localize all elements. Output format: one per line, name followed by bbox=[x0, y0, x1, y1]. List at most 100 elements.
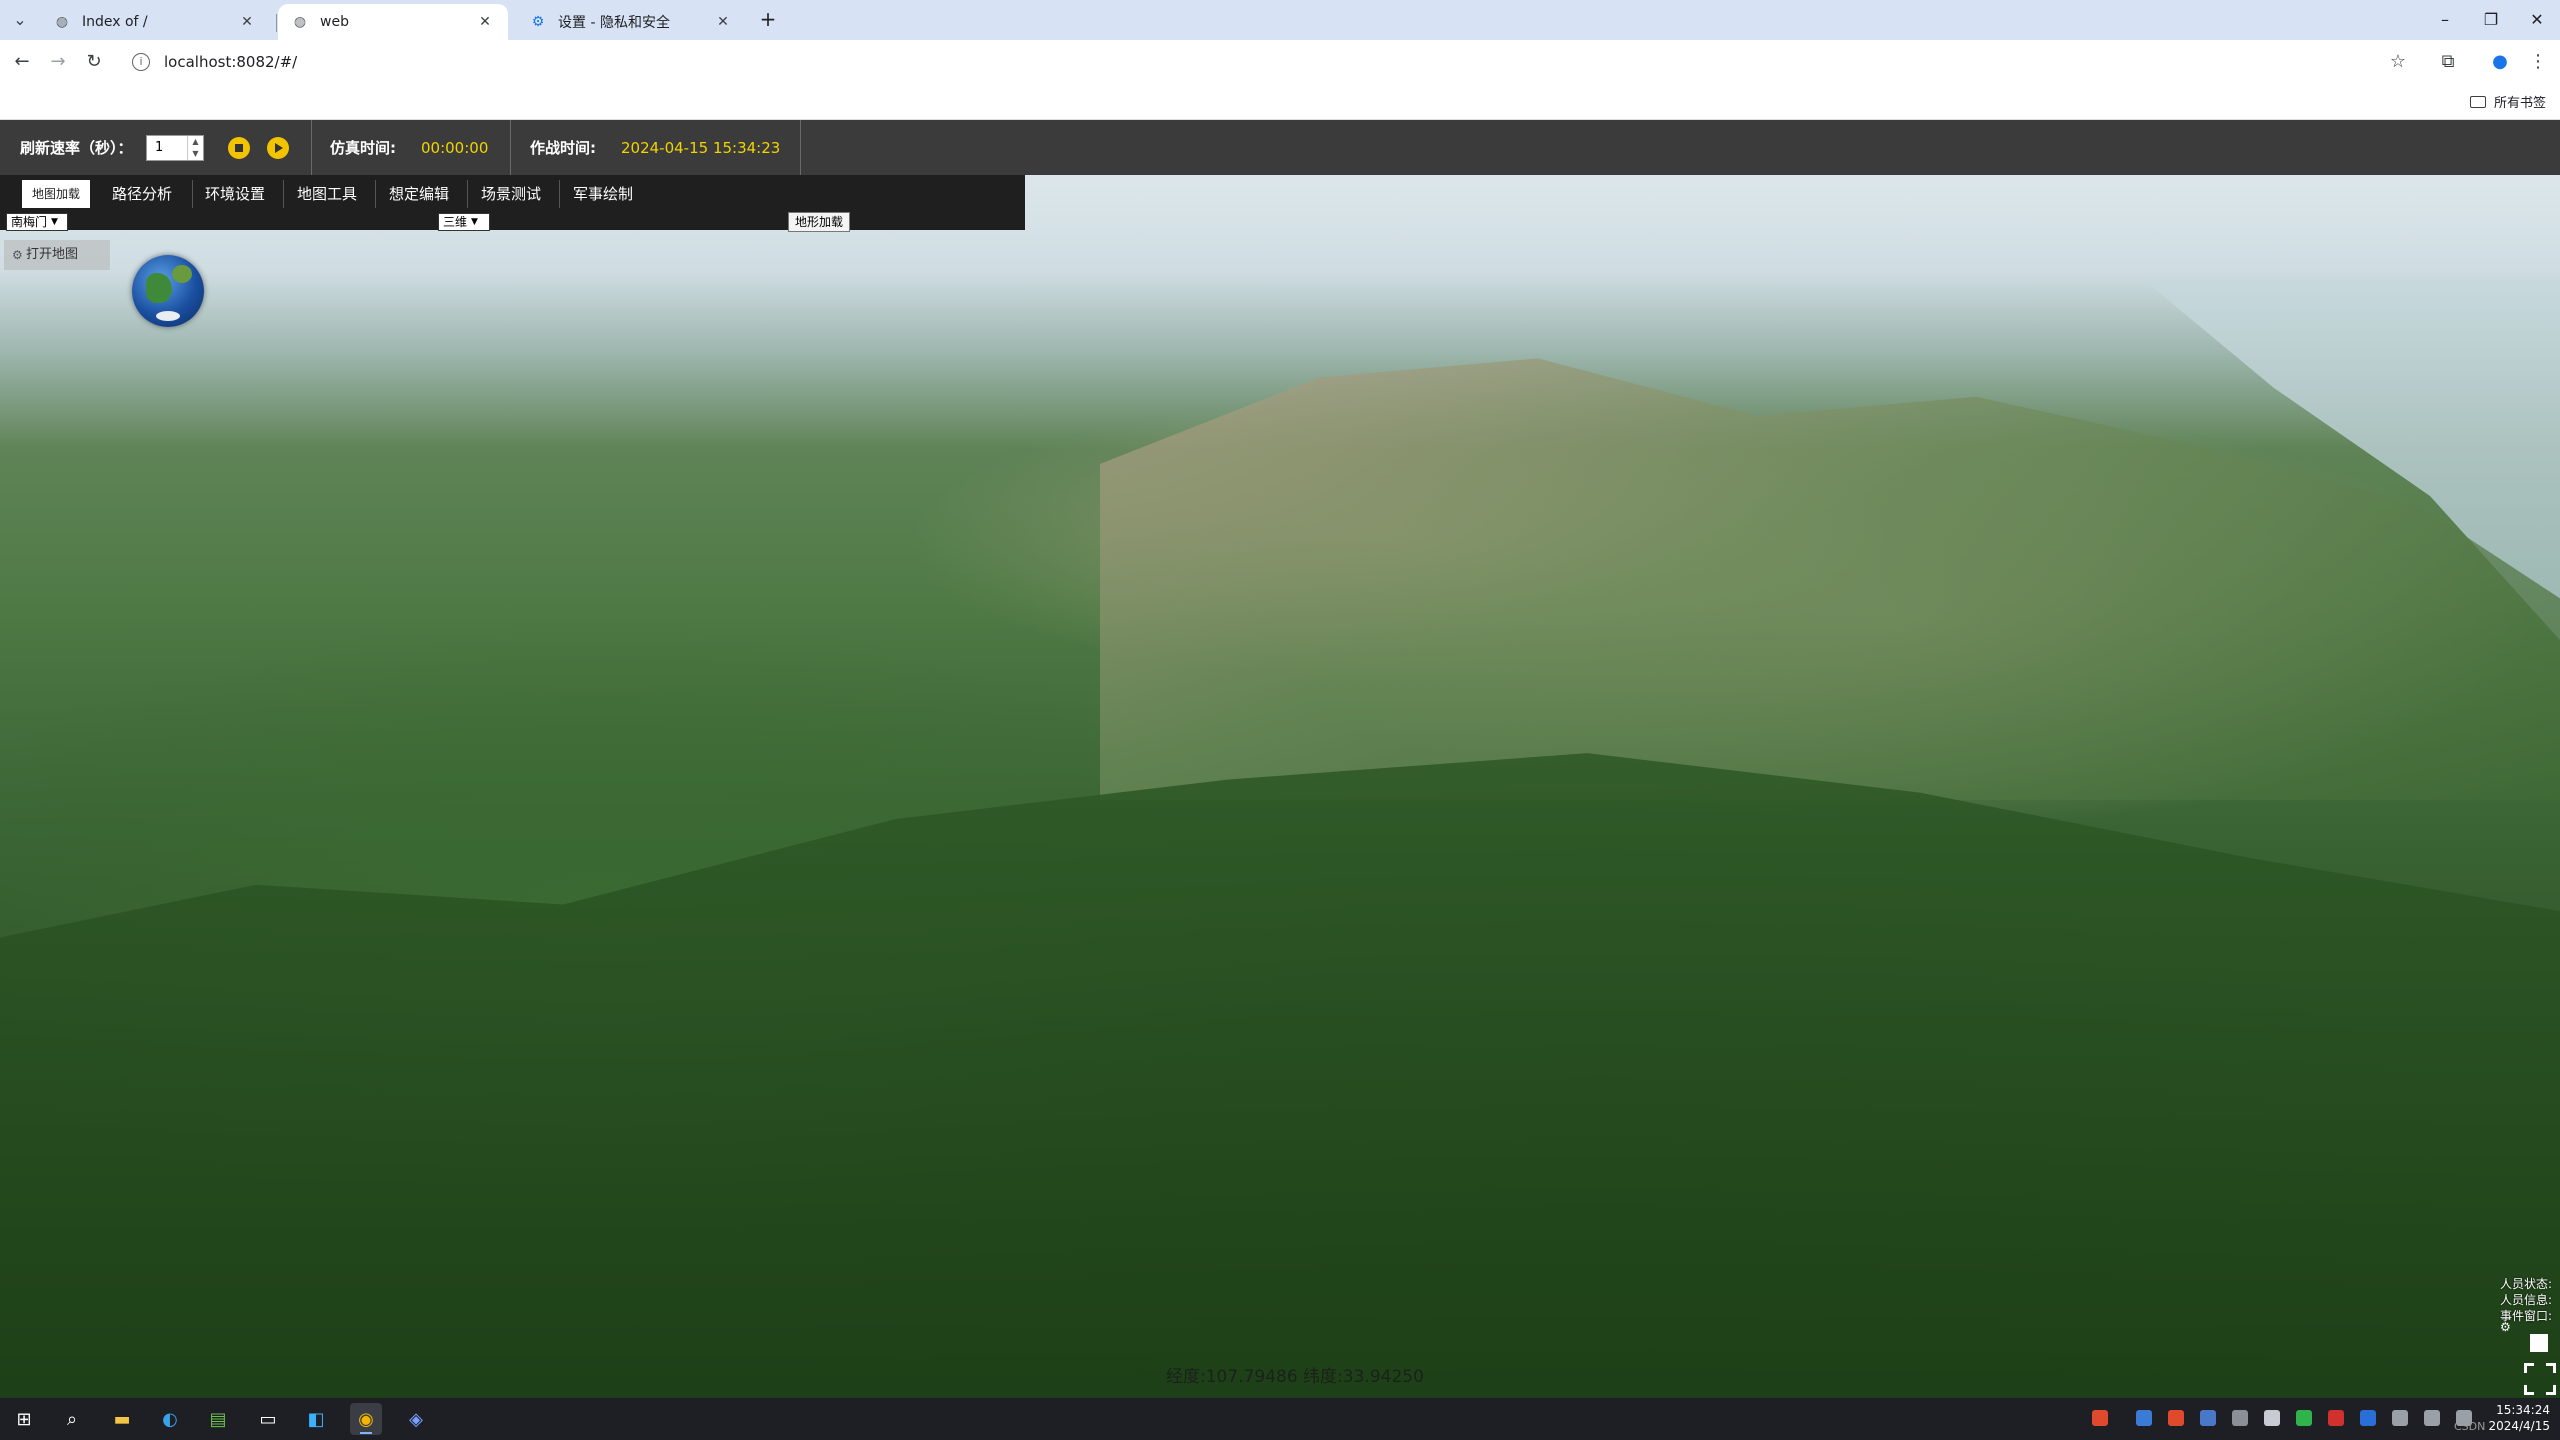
refresh-rate-label: 刷新速率（秒）： bbox=[20, 139, 133, 157]
menu-kebab-icon[interactable]: ⋮ bbox=[2524, 48, 2552, 76]
sim-time-label: 仿真时间: bbox=[330, 139, 396, 157]
status-panel: 人员状态: 人员信息: 事件窗口: bbox=[2500, 1276, 2556, 1324]
region-select[interactable]: 南梅门 ▼ bbox=[6, 213, 68, 231]
menu-separator bbox=[192, 180, 193, 208]
system-clock[interactable]: 15:34:24 2024/4/15 bbox=[2488, 1402, 2550, 1434]
back-arrow-icon[interactable]: ← bbox=[8, 48, 36, 76]
map-viewport[interactable]: 刷新速率（秒）： 1 ▲ ▼ 仿真时间: 00:00:00 作战时间: 2024-… bbox=[0, 120, 2560, 1398]
file-explorer-icon[interactable]: ▬ bbox=[106, 1403, 138, 1435]
coordinate-readout: 经度:107.79486 纬度:33.94250 bbox=[1166, 1367, 1424, 1387]
tab-search-icon[interactable]: ⌄ bbox=[8, 8, 32, 32]
open-map-label: 打开地图 bbox=[26, 247, 79, 262]
search-icon[interactable]: ⌕ bbox=[56, 1403, 88, 1435]
combat-time-label: 作战时间: bbox=[530, 139, 596, 157]
tray-app-icon[interactable] bbox=[2092, 1410, 2108, 1426]
terminal-icon[interactable]: ▭ bbox=[252, 1403, 284, 1435]
gear-icon: ⚙ bbox=[12, 248, 23, 262]
fullscreen-icon[interactable] bbox=[2524, 1363, 2556, 1395]
tray-app-icon[interactable] bbox=[2168, 1410, 2184, 1426]
globe-icon: ◍ bbox=[55, 14, 69, 30]
chevron-down-icon: ▼ bbox=[51, 217, 58, 227]
play-icon bbox=[275, 143, 283, 153]
network-icon[interactable] bbox=[2424, 1410, 2440, 1426]
globe-icon: ◍ bbox=[293, 14, 307, 30]
region-select-value: 南梅门 bbox=[11, 215, 48, 229]
tray-app-icon[interactable] bbox=[2232, 1410, 2248, 1426]
edge-browser-icon[interactable]: ◐ bbox=[154, 1403, 186, 1435]
tab-label: Index of / bbox=[82, 14, 148, 30]
tab-web[interactable]: ◍ web ✕ bbox=[278, 4, 508, 40]
extensions-icon[interactable]: ⧉ bbox=[2434, 48, 2462, 76]
gear-icon[interactable]: ⚙ bbox=[2500, 1320, 2511, 1334]
refresh-rate-input[interactable]: 1 ▲ ▼ bbox=[146, 135, 204, 161]
open-map-button[interactable]: ⚙ 打开地图 bbox=[4, 240, 110, 270]
clock-time: 15:34:24 bbox=[2496, 1403, 2550, 1417]
windows-start-icon[interactable]: ⊞ bbox=[8, 1403, 40, 1435]
tab-scene-test[interactable]: 场景测试 bbox=[471, 180, 551, 208]
personnel-status-label: 人员状态: bbox=[2500, 1277, 2553, 1291]
tab-index[interactable]: ◍ Index of / ✕ bbox=[40, 4, 270, 40]
navigation-globe-icon[interactable] bbox=[132, 255, 204, 327]
tab-settings[interactable]: ⚙ 设置 - 隐私和安全 ✕ bbox=[516, 4, 746, 40]
tray-app-icon[interactable] bbox=[2392, 1410, 2408, 1426]
tray-app-icon[interactable] bbox=[2136, 1410, 2152, 1426]
app-icon[interactable]: ◈ bbox=[400, 1403, 432, 1435]
play-button[interactable] bbox=[267, 137, 289, 159]
personnel-info-label: 人员信息: bbox=[2500, 1293, 2553, 1307]
combat-time-value: 2024-04-15 15:34:23 bbox=[621, 138, 781, 157]
stop-button[interactable] bbox=[228, 137, 250, 159]
globe-land bbox=[146, 273, 172, 303]
simulation-control-bar: 刷新速率（秒）： 1 ▲ ▼ 仿真时间: 00:00:00 作战时间: 2024-… bbox=[0, 120, 2560, 175]
close-icon[interactable]: ✕ bbox=[238, 13, 256, 31]
forward-arrow-icon[interactable]: → bbox=[44, 48, 72, 76]
star-icon[interactable]: ☆ bbox=[2384, 48, 2412, 76]
close-icon[interactable]: ✕ bbox=[714, 13, 732, 31]
tray-app-icon[interactable] bbox=[2200, 1410, 2216, 1426]
tab-map-load[interactable]: 地图加载 bbox=[22, 180, 91, 208]
tab-separator bbox=[276, 14, 277, 32]
windows-taskbar: ⊞ ⌕ ▬ ◐ ▤ ▭ ◧ ◉ ◈ 15:34:24 2024/4/15 CSD… bbox=[0, 1398, 2560, 1440]
tab-label: web bbox=[320, 14, 349, 30]
divider bbox=[800, 120, 801, 175]
ide-icon[interactable]: ◧ bbox=[300, 1403, 332, 1435]
clock-date: 2024/4/15 bbox=[2488, 1419, 2550, 1433]
panel-toggle-button[interactable] bbox=[2530, 1334, 2548, 1352]
menu-separator bbox=[283, 180, 284, 208]
minimize-button[interactable]: – bbox=[2422, 0, 2468, 40]
spinner-arrows-icon[interactable]: ▲ ▼ bbox=[187, 136, 203, 160]
all-bookmarks-label: 所有书签 bbox=[2493, 96, 2546, 111]
tab-path-analysis[interactable]: 路径分析 bbox=[102, 180, 182, 208]
dimension-select[interactable]: 三维 ▼ bbox=[438, 213, 490, 231]
menu-separator bbox=[467, 180, 468, 208]
chrome-icon[interactable]: ◉ bbox=[350, 1403, 382, 1435]
notepad-icon[interactable]: ▤ bbox=[202, 1403, 234, 1435]
address-bar[interactable]: i localhost:8082/#/ bbox=[120, 46, 2412, 78]
new-tab-button[interactable]: + bbox=[756, 8, 780, 32]
profile-icon[interactable]: ● bbox=[2486, 48, 2514, 76]
tray-app-icon[interactable] bbox=[2360, 1410, 2376, 1426]
tray-app-icon[interactable] bbox=[2264, 1410, 2280, 1426]
window-close-button[interactable]: ✕ bbox=[2514, 0, 2560, 40]
tab-map-tools[interactable]: 地图工具 bbox=[287, 180, 367, 208]
dimension-select-value: 三维 bbox=[443, 215, 468, 229]
divider bbox=[311, 120, 312, 175]
tray-app-icon[interactable] bbox=[2328, 1410, 2344, 1426]
menu-separator bbox=[375, 180, 376, 208]
bookmarks-bar: 所有书签 bbox=[0, 84, 2560, 120]
folder-icon bbox=[2469, 95, 2486, 108]
chevron-down-icon: ▼ bbox=[471, 217, 478, 227]
all-bookmarks-button[interactable]: 所有书签 bbox=[2469, 92, 2546, 111]
site-info-icon[interactable]: i bbox=[132, 53, 150, 71]
globe-land bbox=[172, 265, 192, 283]
tab-military-draw[interactable]: 军事绘制 bbox=[563, 180, 643, 208]
tab-environment[interactable]: 环境设置 bbox=[195, 180, 275, 208]
terrain-load-button[interactable]: 地形加载 bbox=[788, 212, 851, 232]
wechat-icon[interactable] bbox=[2296, 1410, 2312, 1426]
url-text: localhost:8082/#/ bbox=[164, 53, 298, 71]
browser-toolbar: ← → ↻ i localhost:8082/#/ ☆ bbox=[0, 40, 2560, 84]
close-icon[interactable]: ✕ bbox=[476, 13, 494, 31]
reload-icon[interactable]: ↻ bbox=[80, 48, 108, 76]
tab-scenario-edit[interactable]: 想定编辑 bbox=[379, 180, 459, 208]
csdn-watermark: CSDN bbox=[2454, 1420, 2486, 1433]
restore-button[interactable]: ❐ bbox=[2468, 0, 2514, 40]
